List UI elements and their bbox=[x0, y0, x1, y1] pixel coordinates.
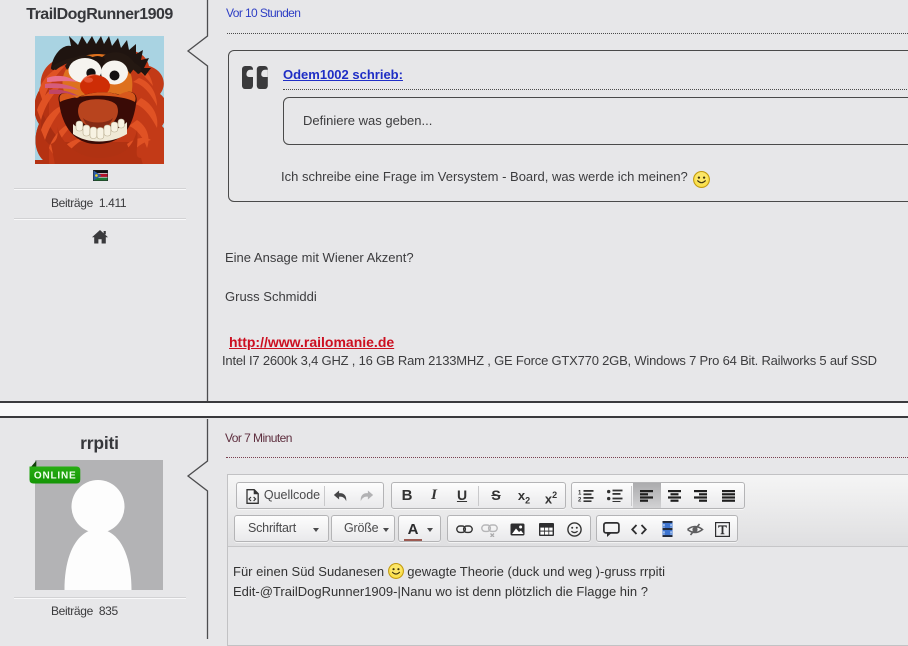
svg-text:2: 2 bbox=[578, 498, 582, 503]
svg-text:1: 1 bbox=[578, 491, 582, 497]
svg-text:ONLINE: ONLINE bbox=[34, 471, 77, 482]
